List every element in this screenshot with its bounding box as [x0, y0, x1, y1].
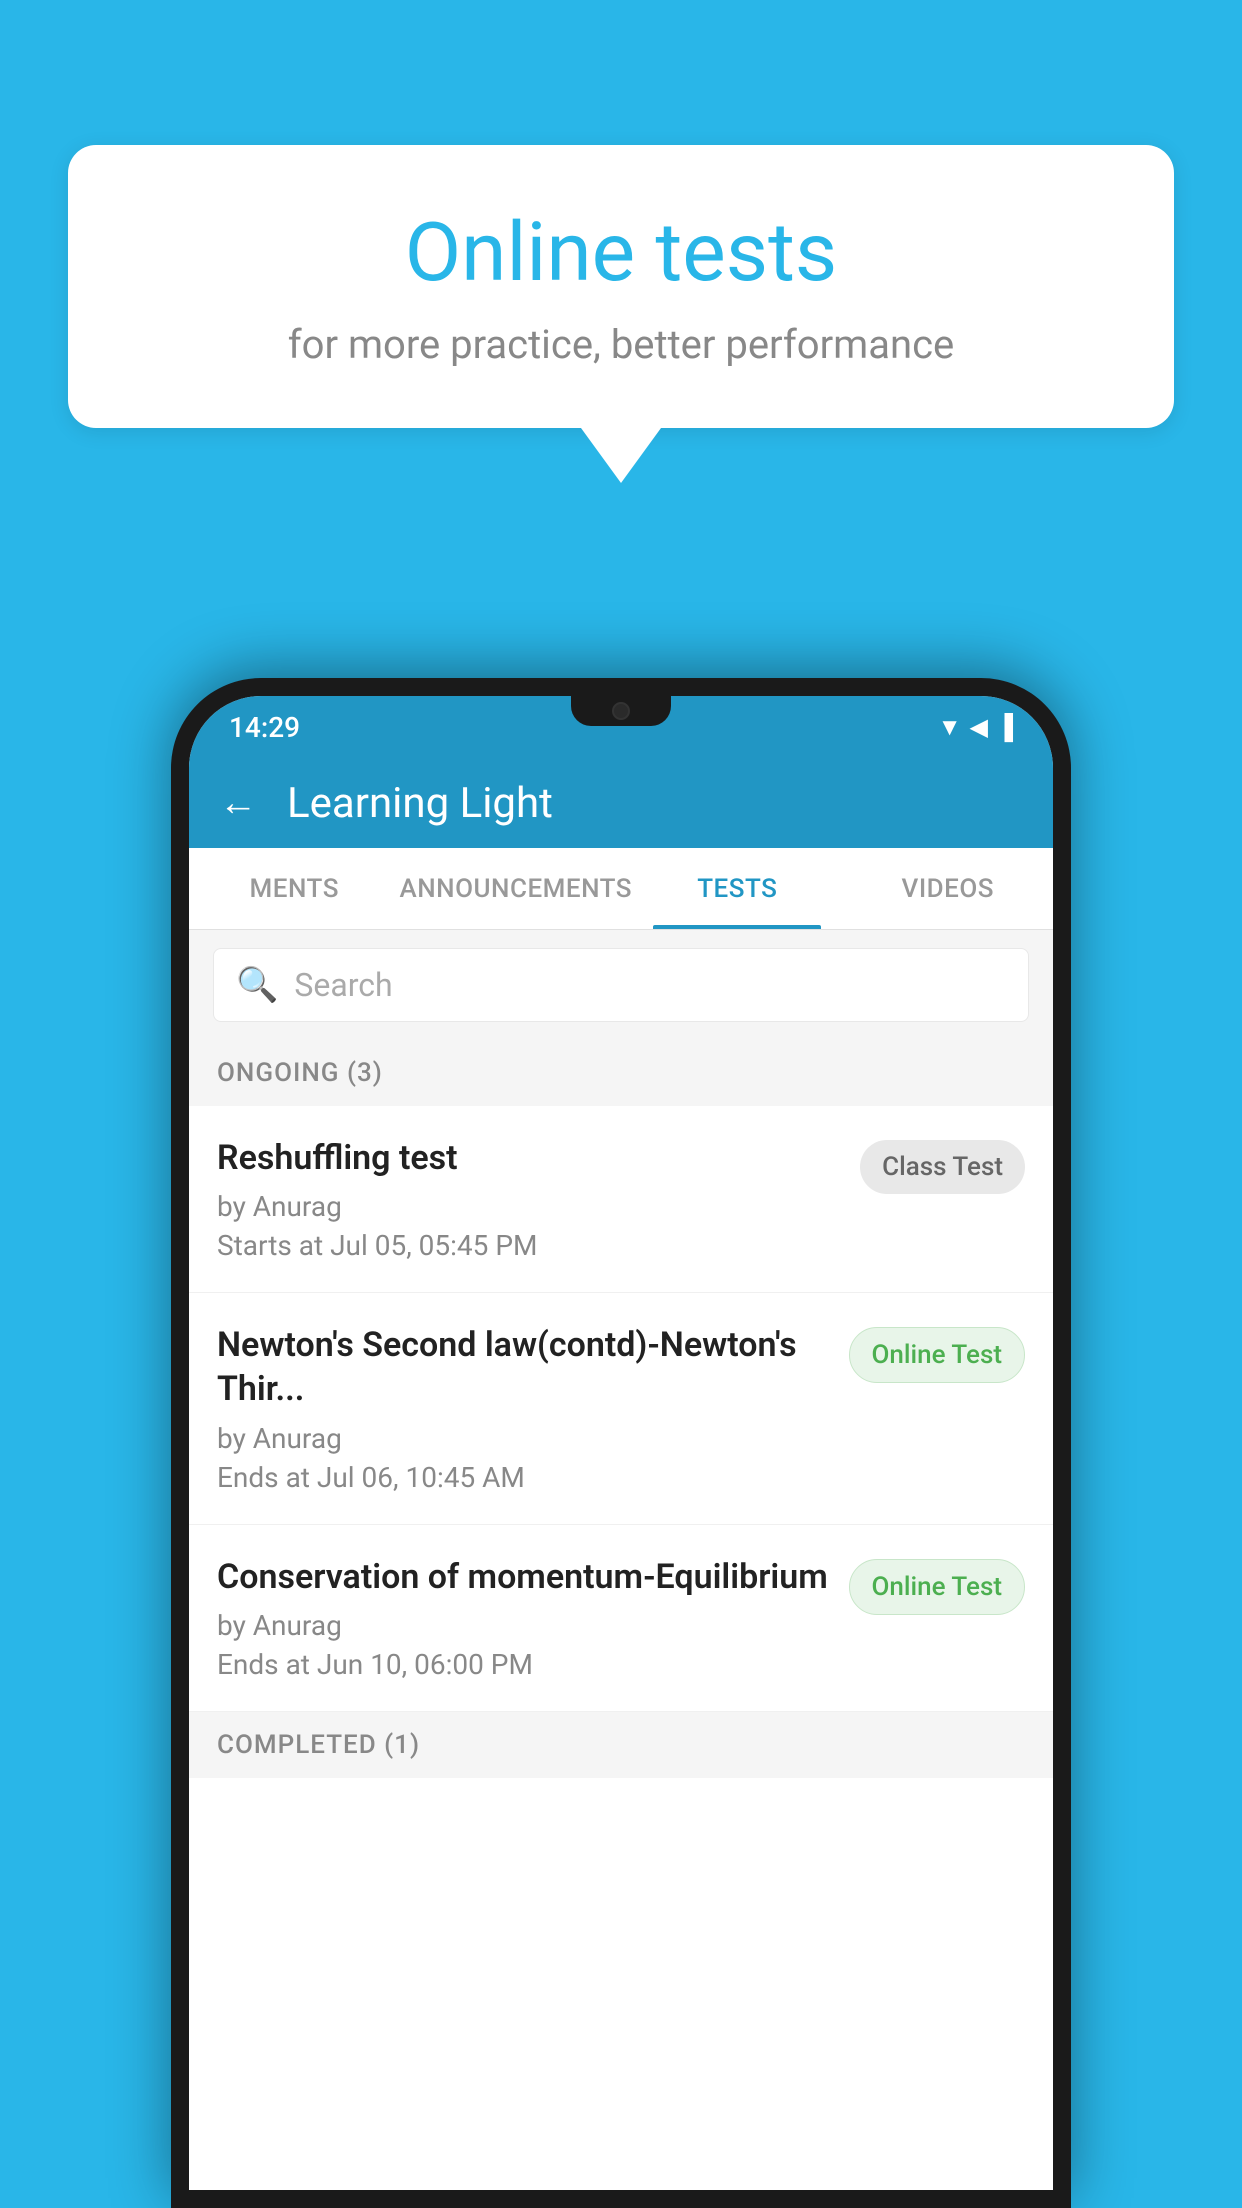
test-item[interactable]: Reshuffling test by Anurag Starts at Jul…	[189, 1106, 1053, 1293]
signal-icon: ◀	[970, 713, 988, 741]
phone-frame: 14:29 ▼ ◀ ▐ ← Learning Light MENTS ANNOU…	[171, 678, 1071, 2208]
tabs-bar: MENTS ANNOUNCEMENTS TESTS VIDEOS	[189, 848, 1053, 930]
test-info: Conservation of momentum-Equilibrium by …	[217, 1555, 849, 1681]
test-date: Ends at Jul 06, 10:45 AM	[217, 1461, 829, 1494]
class-test-badge: Class Test	[860, 1140, 1025, 1194]
back-button[interactable]: ←	[219, 781, 257, 825]
wifi-icon: ▼	[938, 713, 962, 742]
test-item[interactable]: Conservation of momentum-Equilibrium by …	[189, 1525, 1053, 1712]
test-author: by Anurag	[217, 1190, 840, 1223]
speech-bubble-subtitle: for more practice, better performance	[148, 321, 1094, 368]
test-name: Conservation of momentum-Equilibrium	[217, 1555, 829, 1599]
tab-ments[interactable]: MENTS	[189, 848, 399, 929]
search-input[interactable]: Search	[294, 966, 392, 1004]
notch	[571, 696, 671, 726]
online-test-badge: Online Test	[849, 1327, 1026, 1383]
speech-bubble-title: Online tests	[148, 205, 1094, 301]
online-test-badge: Online Test	[849, 1559, 1026, 1615]
camera-icon	[612, 702, 630, 720]
test-date: Ends at Jun 10, 06:00 PM	[217, 1648, 829, 1681]
list-content: ONGOING (3) Reshuffling test by Anurag S…	[189, 1040, 1053, 2190]
test-author: by Anurag	[217, 1422, 829, 1455]
search-icon: 🔍	[236, 965, 278, 1005]
app-header: ← Learning Light	[189, 758, 1053, 848]
speech-bubble: Online tests for more practice, better p…	[68, 145, 1174, 428]
battery-icon: ▐	[996, 713, 1013, 742]
test-name: Newton's Second law(contd)-Newton's Thir…	[217, 1323, 829, 1411]
test-info: Reshuffling test by Anurag Starts at Jul…	[217, 1136, 860, 1262]
test-date: Starts at Jul 05, 05:45 PM	[217, 1229, 840, 1262]
status-icons: ▼ ◀ ▐	[938, 713, 1013, 742]
app-title: Learning Light	[287, 779, 553, 828]
status-time: 14:29	[229, 711, 300, 744]
tab-tests[interactable]: TESTS	[632, 848, 842, 929]
search-container: 🔍 Search	[189, 930, 1053, 1040]
test-info: Newton's Second law(contd)-Newton's Thir…	[217, 1323, 849, 1493]
search-bar[interactable]: 🔍 Search	[213, 948, 1029, 1022]
phone-screen: 14:29 ▼ ◀ ▐ ← Learning Light MENTS ANNOU…	[189, 696, 1053, 2190]
completed-section-header: COMPLETED (1)	[189, 1712, 1053, 1778]
speech-bubble-container: Online tests for more practice, better p…	[68, 145, 1174, 483]
test-name: Reshuffling test	[217, 1136, 840, 1180]
tab-videos[interactable]: VIDEOS	[843, 848, 1053, 929]
test-author: by Anurag	[217, 1609, 829, 1642]
test-item[interactable]: Newton's Second law(contd)-Newton's Thir…	[189, 1293, 1053, 1524]
speech-bubble-tail	[581, 428, 661, 483]
tab-announcements[interactable]: ANNOUNCEMENTS	[399, 848, 632, 929]
ongoing-section-header: ONGOING (3)	[189, 1040, 1053, 1106]
